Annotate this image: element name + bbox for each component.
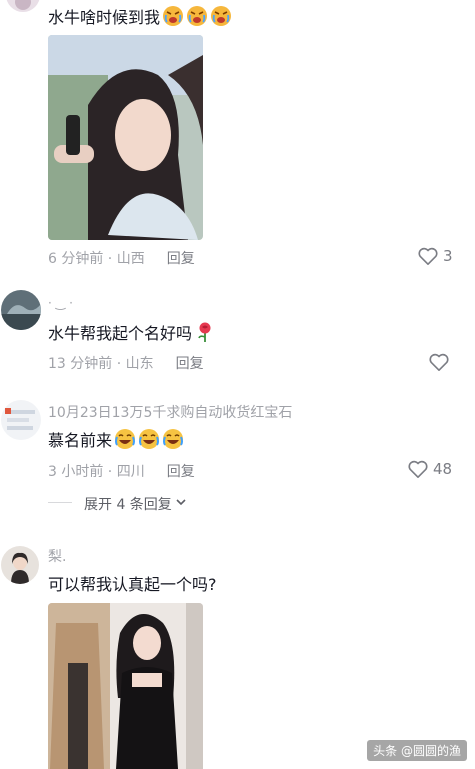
chevron-down-icon — [175, 496, 187, 512]
commenter-avatar[interactable] — [6, 0, 40, 12]
like-count: 48 — [433, 460, 453, 478]
like-count: 3 — [443, 247, 453, 265]
comment-text: 可以帮我认真起一个吗? — [48, 575, 217, 594]
commenter-username[interactable]: · ‿ · — [48, 296, 73, 310]
heart-icon — [407, 459, 429, 479]
time-location: 3 小时前 · 四川 — [48, 464, 145, 480]
comment-meta: 6 分钟前 · 山西 回复 — [48, 248, 195, 268]
expand-replies-button[interactable]: 展开 4 条回复 — [84, 494, 187, 514]
time-location: 13 分钟前 · 山东 — [48, 356, 154, 372]
like-button[interactable] — [428, 352, 454, 372]
reply-button[interactable]: 回复 — [167, 461, 195, 481]
expand-divider — [48, 502, 72, 503]
reply-button[interactable]: 回复 — [167, 248, 195, 268]
laughing-crying-emoji-icon — [138, 428, 160, 450]
commenter-username[interactable]: 梨. — [48, 546, 66, 566]
commenter-avatar[interactable] — [1, 400, 41, 440]
heart-icon — [417, 246, 439, 266]
like-button[interactable]: 48 — [407, 459, 452, 479]
angry-crying-emoji-icon — [210, 5, 232, 27]
comment-text: 水牛啥时候到我 — [48, 4, 232, 28]
laughing-crying-emoji-icon — [162, 428, 184, 450]
comment-photo[interactable] — [48, 603, 203, 769]
reply-button[interactable]: 回复 — [176, 353, 204, 373]
comment-photo[interactable] — [48, 35, 203, 240]
comment-text: 水牛帮我起个名好吗 — [48, 320, 216, 344]
angry-crying-emoji-icon — [162, 5, 184, 27]
angry-crying-emoji-icon — [186, 5, 208, 27]
like-button[interactable]: 3 — [417, 246, 453, 266]
comment-text: 慕名前来 — [48, 427, 184, 451]
watermark: 头条 @圆圆的渔 — [367, 740, 467, 761]
laughing-crying-emoji-icon — [114, 428, 136, 450]
comment-meta: 3 小时前 · 四川 回复 — [48, 461, 195, 481]
comment-meta: 13 分钟前 · 山东 回复 — [48, 353, 204, 373]
time-location: 6 分钟前 · 山西 — [48, 251, 145, 267]
rose-emoji-icon — [194, 321, 216, 343]
commenter-avatar[interactable] — [1, 546, 39, 584]
expand-replies-label: 展开 4 条回复 — [84, 497, 172, 513]
commenter-username[interactable]: 10月23日13万5千求购自动收货红宝石 — [48, 402, 292, 422]
heart-icon — [428, 352, 450, 372]
commenter-avatar[interactable] — [1, 290, 41, 330]
